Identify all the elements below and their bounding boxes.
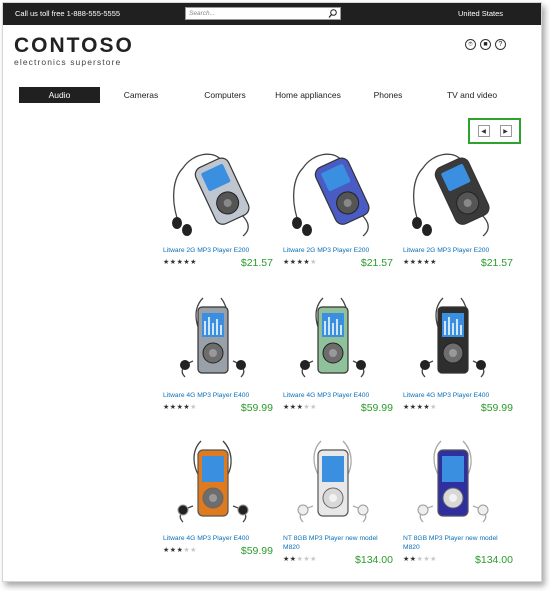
product-image[interactable] [283, 293, 383, 389]
cart-icon[interactable]: ■ [480, 39, 491, 50]
product-card[interactable]: Litware 2G MP3 Player E200 ★★★★★ $21.57 [403, 148, 513, 269]
star-rating: ★★★★★ [283, 555, 317, 563]
star-rating: ★★★★★ [403, 258, 437, 266]
star-icon: ★ [289, 556, 297, 563]
product-price: $134.00 [355, 554, 393, 566]
product-name-link[interactable]: Litware 4G MP3 Player E400 [403, 391, 511, 400]
toll-free-phone: Call us toll free 1-888-555-5555 [15, 9, 121, 18]
product-image[interactable] [283, 436, 383, 532]
star-icon: ★ [283, 259, 290, 266]
star-icon: ★ [403, 259, 410, 266]
star-icon: ★ [190, 259, 197, 266]
star-rating: ★★★★★ [163, 258, 197, 266]
star-rating: ★★★★★ [403, 555, 437, 563]
logo-brand: CONTOSO [14, 34, 134, 57]
star-icon: ★ [190, 404, 197, 411]
chevron-right-icon[interactable]: ▶ [499, 125, 512, 137]
help-icon[interactable]: ? [495, 39, 506, 50]
star-icon: ★ [283, 556, 290, 563]
star-icon: ★ [310, 404, 317, 411]
star-icon: ★ [403, 556, 410, 563]
product-card[interactable]: NT 8GB MP3 Player new model M820 ★★★★★ $13… [283, 436, 393, 566]
star-icon: ★ [430, 404, 437, 411]
product-card[interactable]: Litware 4G MP3 Player E400 ★★★★★ $59.99 [163, 436, 273, 557]
star-icon: ★ [430, 556, 437, 563]
nav-item-computers[interactable]: Computers [195, 87, 255, 103]
category-nav: Audio Cameras Computers Home appliances … [15, 87, 515, 103]
product-price: $134.00 [475, 554, 513, 566]
top-bar: Call us toll free 1-888-555-5555 United … [3, 3, 541, 25]
site-logo[interactable]: CONTOSO electronics superstore [14, 34, 134, 67]
product-card[interactable]: Litware 4G MP3 Player E400 ★★★★★ $59.99 [403, 293, 513, 414]
star-icon: ★ [409, 259, 417, 266]
product-image[interactable] [163, 293, 263, 389]
star-icon: ★ [310, 259, 317, 266]
logo-tagline: electronics superstore [14, 57, 122, 67]
search-icon[interactable] [327, 8, 339, 19]
star-rating: ★★★★★ [163, 546, 197, 554]
nav-item-tv-and-video[interactable]: TV and video [441, 87, 503, 103]
product-price: $21.57 [480, 257, 513, 269]
product-name-link[interactable]: Litware 2G MP3 Player E200 [283, 246, 391, 255]
product-image[interactable] [163, 436, 263, 532]
star-icon: ★ [289, 259, 297, 266]
star-rating: ★★★★★ [283, 403, 317, 411]
product-image[interactable] [403, 148, 503, 244]
star-rating: ★★★★★ [163, 403, 197, 411]
product-image[interactable] [163, 148, 263, 244]
star-rating: ★★★★★ [283, 258, 317, 266]
product-name-link[interactable]: Litware 4G MP3 Player E400 [163, 534, 271, 543]
star-icon: ★ [163, 547, 170, 554]
product-image[interactable] [403, 436, 503, 532]
star-rating: ★★★★★ [403, 403, 437, 411]
product-price: $21.57 [240, 257, 273, 269]
product-card[interactable]: NT 8GB MP3 Player new model M820 ★★★★★ $13… [403, 436, 513, 566]
product-image[interactable] [403, 293, 503, 389]
product-price: $59.99 [240, 402, 273, 414]
star-icon: ★ [283, 404, 290, 411]
star-icon: ★ [409, 556, 417, 563]
product-name-link[interactable]: Litware 2G MP3 Player E200 [163, 246, 271, 255]
search-input[interactable] [186, 8, 326, 19]
product-price: $59.99 [480, 402, 513, 414]
product-name-link[interactable]: NT 8GB MP3 Player new model M820 [403, 534, 511, 552]
star-icon: ★ [169, 404, 177, 411]
star-icon: ★ [289, 404, 297, 411]
product-image[interactable] [283, 148, 383, 244]
star-icon: ★ [163, 404, 170, 411]
nav-item-phones[interactable]: Phones [363, 87, 413, 103]
browser-page: Call us toll free 1-888-555-5555 United … [2, 2, 542, 582]
nav-item-home-appliances[interactable]: Home appliances [273, 87, 343, 103]
utility-icons: ⌾ ■ ? [465, 39, 506, 50]
product-card[interactable]: Litware 2G MP3 Player E200 ★★★★★ $21.57 [163, 148, 273, 269]
star-icon: ★ [409, 404, 417, 411]
nav-item-cameras[interactable]: Cameras [111, 87, 171, 103]
nav-item-audio[interactable]: Audio [19, 87, 100, 103]
product-price: $21.57 [360, 257, 393, 269]
star-icon: ★ [310, 556, 317, 563]
location-icon[interactable]: ⌾ [465, 39, 476, 50]
product-price: $59.99 [360, 402, 393, 414]
product-card[interactable]: Litware 2G MP3 Player E200 ★★★★★ $21.57 [283, 148, 393, 269]
product-name-link[interactable]: Litware 4G MP3 Player E400 [163, 391, 271, 400]
star-icon: ★ [403, 404, 410, 411]
product-name-link[interactable]: NT 8GB MP3 Player new model M820 [283, 534, 391, 552]
region-selector[interactable]: United States [458, 9, 503, 18]
carousel-pager: ◀ ▶ [468, 118, 521, 144]
product-name-link[interactable]: Litware 2G MP3 Player E200 [403, 246, 511, 255]
star-icon: ★ [169, 259, 177, 266]
product-card[interactable]: Litware 4G MP3 Player E400 ★★★★★ $59.99 [163, 293, 273, 414]
star-icon: ★ [430, 259, 437, 266]
star-icon: ★ [190, 547, 197, 554]
star-icon: ★ [163, 259, 170, 266]
product-card[interactable]: Litware 4G MP3 Player E400 ★★★★★ $59.99 [283, 293, 393, 414]
search-box[interactable] [185, 7, 341, 20]
chevron-left-icon[interactable]: ◀ [477, 125, 490, 137]
star-icon: ★ [169, 547, 177, 554]
product-price: $59.99 [240, 545, 273, 557]
product-name-link[interactable]: Litware 4G MP3 Player E400 [283, 391, 391, 400]
